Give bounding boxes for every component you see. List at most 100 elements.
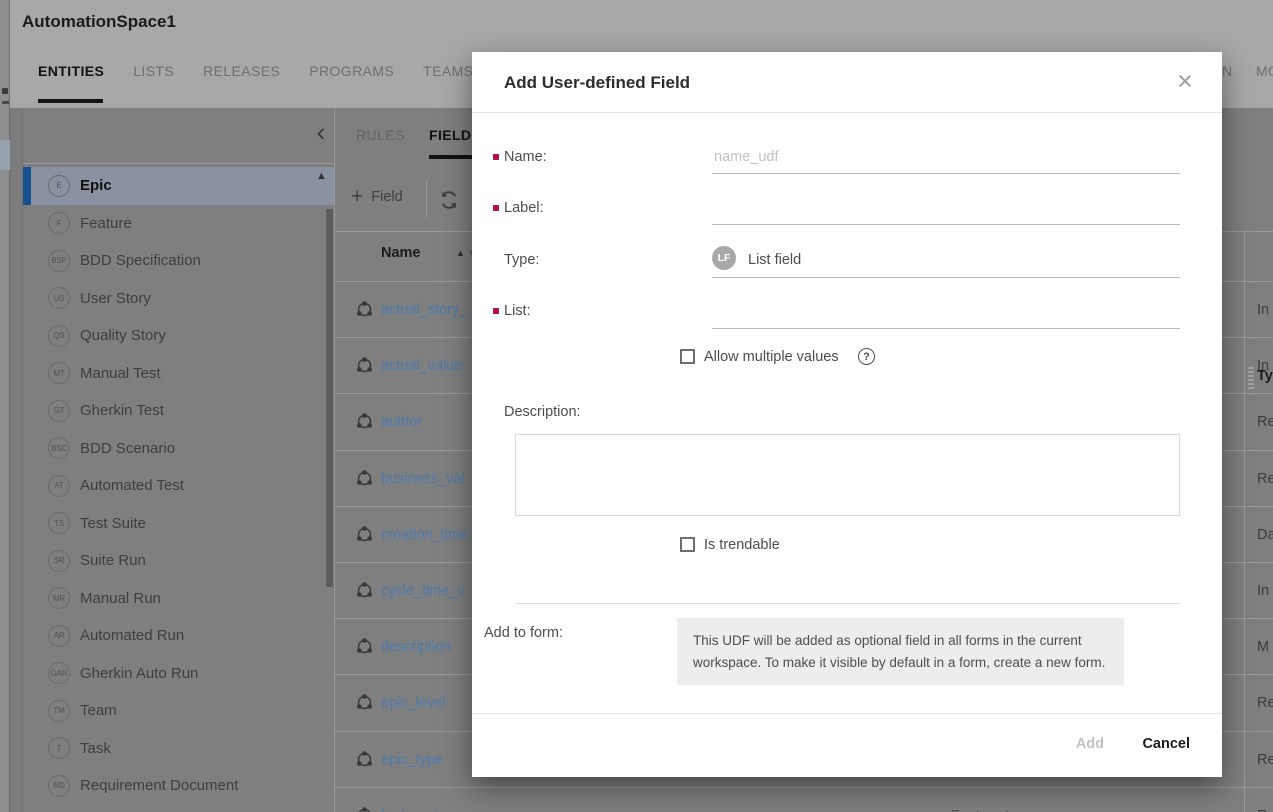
- tab-rules[interactable]: RULES: [356, 127, 405, 143]
- collapse-sidebar-icon[interactable]: ‹: [306, 118, 336, 148]
- name-column-header[interactable]: Name: [381, 245, 421, 261]
- close-icon[interactable]: ×: [1170, 66, 1200, 96]
- type-label: Type:: [504, 252, 539, 268]
- add-button[interactable]: Add: [1076, 736, 1104, 752]
- required-marker: [493, 154, 499, 160]
- dialog-title: Add User-defined Field: [504, 73, 690, 93]
- label-label: Label:: [504, 200, 544, 216]
- sidebar-entity-item[interactable]: AR Automated Run: [23, 617, 334, 655]
- sidebar-entity-item[interactable]: RD Requirement Document: [23, 767, 334, 805]
- sidebar-entity-item[interactable]: TM Team: [23, 692, 334, 730]
- sidebar-entity-item[interactable]: BSC BDD Scenario: [23, 430, 334, 468]
- workspace-tabs: ENTITIES LISTS RELEASES PROGRAMS TEAMS: [38, 63, 473, 79]
- field-name-link[interactable]: creation_time: [381, 527, 468, 543]
- sidebar-entity-item[interactable]: T Task: [23, 730, 334, 768]
- entity-label: Gherkin Auto Run: [80, 665, 198, 682]
- entity-type-icon: US: [48, 287, 70, 309]
- field-name-link[interactable]: description: [381, 639, 451, 655]
- sidebar-entity-item[interactable]: US User Story: [23, 280, 334, 318]
- sidebar-entity-item[interactable]: GT Gherkin Test: [23, 392, 334, 430]
- field-type-cell: Da: [1257, 527, 1273, 543]
- entity-sidebar: ‹ E Epic F Feature BSP BDD: [22, 108, 333, 812]
- workspace-tab[interactable]: ENTITIES: [38, 63, 104, 79]
- field-type-cell: In: [1257, 302, 1269, 318]
- entity-label: Epic: [80, 177, 112, 194]
- entity-type-icon: QS: [48, 325, 70, 347]
- field-name-link[interactable]: epic_type: [381, 752, 443, 768]
- workspace-tab-clipped[interactable]: MO: [1256, 63, 1273, 79]
- shared-field-icon: [356, 638, 373, 660]
- entity-type-icon: F: [48, 212, 70, 234]
- entity-type-icon: SR: [48, 550, 70, 572]
- entity-label: Gherkin Test: [80, 402, 164, 419]
- rail-icon: [2, 88, 8, 94]
- entity-label: Test Suite: [80, 515, 146, 532]
- sidebar-entity-item[interactable]: E Epic: [23, 167, 334, 205]
- field-name-link[interactable]: cycle_time_v: [381, 583, 465, 599]
- add-udf-dialog: Add User-defined Field × Name: name_udf …: [472, 52, 1222, 777]
- sidebar-entity-item[interactable]: MR Manual Run: [23, 580, 334, 618]
- label-input-underline[interactable]: [712, 224, 1180, 225]
- cancel-button[interactable]: Cancel: [1142, 736, 1190, 752]
- refresh-icon[interactable]: [439, 190, 459, 210]
- sidebar-entity-item[interactable]: F Feature: [23, 205, 334, 243]
- sidebar-entity-item[interactable]: MT Manual Test: [23, 355, 334, 393]
- shared-field-icon: [356, 694, 373, 716]
- required-marker: [493, 308, 499, 314]
- field-type-cell: Re: [1257, 471, 1273, 487]
- sidebar-entity-item[interactable]: GAR Gherkin Auto Run: [23, 655, 334, 693]
- workspace-tab-clipped[interactable]: N: [1222, 63, 1233, 79]
- entity-label: Automated Run: [80, 627, 184, 644]
- field-name-link[interactable]: actual_value: [381, 358, 462, 374]
- field-name-link[interactable]: business_val: [381, 471, 465, 487]
- allow-multiple-checkbox[interactable]: [680, 349, 695, 364]
- name-input[interactable]: name_udf: [714, 149, 779, 165]
- is-trendable-checkbox[interactable]: [680, 537, 695, 552]
- entity-type-icon: BSC: [48, 437, 70, 459]
- shared-field-icon: [356, 470, 373, 492]
- entity-label: Automated Test: [80, 477, 184, 494]
- sidebar-entity-item[interactable]: AT Automated Test: [23, 467, 334, 505]
- sidebar-entity-item[interactable]: SR Suite Run: [23, 542, 334, 580]
- workspace-tab[interactable]: TEAMS: [423, 63, 473, 79]
- name-label: Name:: [504, 149, 547, 165]
- entity-label: Manual Test: [80, 365, 161, 382]
- workspace-tab[interactable]: RELEASES: [203, 63, 280, 79]
- list-field-badge: LF: [712, 246, 736, 270]
- shared-field-icon: [356, 357, 373, 379]
- entity-label: BDD Scenario: [80, 440, 175, 457]
- sidebar-entity-item[interactable]: BSP BDD Specification: [23, 242, 334, 280]
- field-row[interactable]: feature_type Feature type Re: [335, 787, 1273, 812]
- type-value[interactable]: List field: [748, 252, 801, 268]
- description-textarea[interactable]: [515, 434, 1180, 516]
- help-icon[interactable]: ?: [858, 348, 875, 365]
- field-type-cell: In: [1257, 583, 1269, 599]
- sort-ascending-icon[interactable]: ▲: [456, 248, 465, 258]
- scroll-up-icon[interactable]: ▲: [316, 170, 327, 182]
- entity-list: E Epic F Feature BSP BDD Specification: [23, 167, 334, 805]
- app-left-rail: [0, 0, 10, 812]
- field-name-link[interactable]: feature_type: [381, 808, 462, 812]
- add-field-button[interactable]: + Field: [351, 188, 403, 206]
- field-type-cell: Re: [1257, 695, 1273, 711]
- add-to-form-info: This UDF will be added as optional field…: [677, 618, 1124, 685]
- field-type-cell: Re: [1257, 752, 1273, 768]
- entity-type-icon: T: [48, 737, 70, 759]
- rail-selected-item: [0, 140, 10, 170]
- entity-type-icon: AR: [48, 625, 70, 647]
- dialog-footer: Add Cancel: [472, 713, 1222, 777]
- fields-tab-underline: [429, 155, 477, 159]
- field-label-cell: Feature type: [951, 808, 1032, 812]
- sidebar-entity-item[interactable]: TS Test Suite: [23, 505, 334, 543]
- sidebar-scrollbar[interactable]: [326, 209, 333, 587]
- entity-label: Quality Story: [80, 327, 166, 344]
- workspace-tab[interactable]: LISTS: [133, 63, 174, 79]
- field-name-link[interactable]: author: [381, 414, 422, 430]
- sidebar-entity-item[interactable]: QS Quality Story: [23, 317, 334, 355]
- field-name-link[interactable]: actual_story_: [381, 302, 467, 318]
- shared-field-icon: [356, 582, 373, 604]
- workspace-tab[interactable]: PROGRAMS: [309, 63, 394, 79]
- list-input-underline[interactable]: [712, 328, 1180, 329]
- entity-type-icon: GT: [48, 400, 70, 422]
- field-name-link[interactable]: epic_level: [381, 695, 446, 711]
